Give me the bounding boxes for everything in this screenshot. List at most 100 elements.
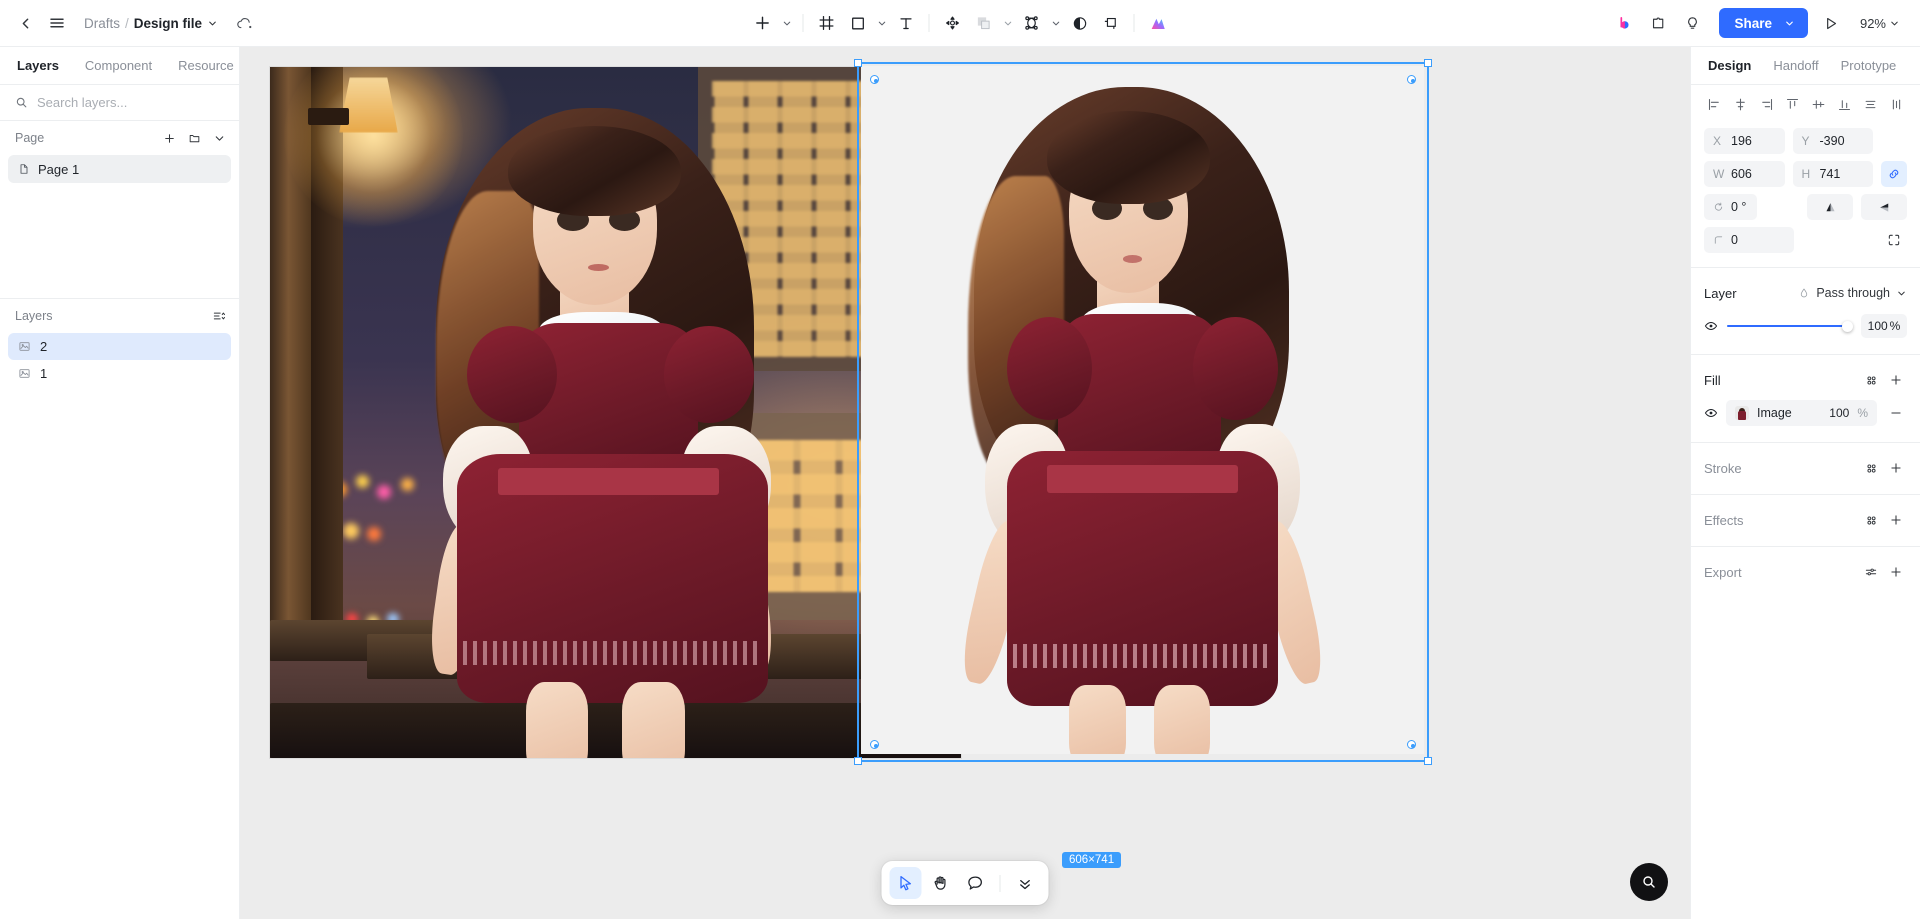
blend-mode-selector[interactable]: Pass through <box>1798 286 1907 300</box>
height-field[interactable]: H 741 <box>1792 161 1873 187</box>
breadcrumb-file-name[interactable]: Design file <box>134 16 202 31</box>
character-waistband <box>1046 465 1239 493</box>
chevron-down-icon[interactable] <box>207 18 218 29</box>
opacity-value-field[interactable]: 100 % <box>1861 314 1907 338</box>
add-icon[interactable] <box>748 8 778 38</box>
distribute-vertical-icon[interactable] <box>1861 94 1881 114</box>
style-library-icon[interactable] <box>1860 369 1882 391</box>
distribute-horizontal-icon[interactable] <box>1887 94 1907 114</box>
design-canvas[interactable]: 606×741 <box>240 47 1690 919</box>
page-section-title: Page <box>15 131 45 145</box>
plus-icon[interactable] <box>1885 369 1907 391</box>
style-library-icon[interactable] <box>1860 457 1882 479</box>
cloud-saved-icon[interactable] <box>236 16 254 31</box>
layer-item-1[interactable]: 1 <box>8 360 231 387</box>
cursor-select-icon[interactable] <box>889 867 922 899</box>
flip-horizontal-icon[interactable] <box>1861 194 1907 220</box>
plugin-puzzle-icon[interactable] <box>1643 8 1673 38</box>
character-skirt-trim <box>1013 643 1272 668</box>
opacity-slider-knob[interactable] <box>1842 320 1853 332</box>
character-mouth <box>1122 255 1142 263</box>
eye-icon[interactable] <box>1704 406 1718 420</box>
chevron-down-icon[interactable] <box>208 127 230 149</box>
align-top-icon[interactable] <box>1782 94 1802 114</box>
bokeh-light <box>356 474 370 488</box>
y-field[interactable]: Y -390 <box>1792 128 1873 154</box>
tab-prototype[interactable]: Prototype <box>1841 58 1897 73</box>
corner-radius-field[interactable]: 0 <box>1704 227 1794 253</box>
opacity-slider[interactable] <box>1727 319 1853 333</box>
search-input[interactable] <box>37 95 224 110</box>
crop-icon[interactable] <box>1096 8 1126 38</box>
vector-caret-icon[interactable] <box>1048 8 1064 38</box>
minus-icon[interactable] <box>1885 402 1907 424</box>
style-library-icon[interactable] <box>1860 509 1882 531</box>
breadcrumb: Drafts / Design file <box>84 16 218 31</box>
tab-component[interactable]: Component <box>85 58 152 73</box>
character-shoulder-right <box>663 326 754 423</box>
x-field[interactable]: X 196 <box>1704 128 1785 154</box>
ai-magic-icon[interactable] <box>1143 8 1173 38</box>
stroke-section-header: Stroke <box>1704 458 1907 478</box>
eye-icon[interactable] <box>1704 319 1718 333</box>
plus-icon[interactable] <box>1885 561 1907 583</box>
play-present-icon[interactable] <box>1816 8 1846 38</box>
boolean-caret-icon[interactable] <box>1000 8 1016 38</box>
move-transform-icon[interactable] <box>938 8 968 38</box>
layer-item-2[interactable]: 2 <box>8 333 231 360</box>
brand-b-icon[interactable] <box>1609 8 1639 38</box>
vector-node-icon[interactable] <box>1017 8 1047 38</box>
export-section-title: Export <box>1704 564 1742 580</box>
link-constrain-icon[interactable] <box>1881 161 1907 187</box>
canvas-image-layer-1[interactable] <box>269 66 962 759</box>
comment-bubble-icon[interactable] <box>960 867 992 899</box>
align-vertical-center-icon[interactable] <box>1809 94 1829 114</box>
text-icon[interactable] <box>891 8 921 38</box>
align-right-icon[interactable] <box>1756 94 1776 114</box>
sort-list-icon[interactable] <box>208 305 230 327</box>
page-file-icon <box>18 163 30 175</box>
tab-layers[interactable]: Layers <box>17 58 59 73</box>
fill-opacity-value[interactable]: 100 <box>1829 406 1849 420</box>
share-button[interactable]: Share <box>1719 8 1808 38</box>
image-thumbnail[interactable] <box>1735 406 1749 420</box>
selection-handle-top-right[interactable] <box>1424 59 1432 67</box>
width-field[interactable]: W 606 <box>1704 161 1785 187</box>
add-caret-icon[interactable] <box>779 8 795 38</box>
zoom-level-selector[interactable]: 92% <box>1850 8 1906 38</box>
independent-corners-icon[interactable] <box>1881 227 1907 253</box>
flip-vertical-icon[interactable] <box>1807 194 1853 220</box>
lightbulb-icon[interactable] <box>1677 8 1707 38</box>
rectangle-icon[interactable] <box>843 8 873 38</box>
toolbar-divider-2 <box>928 14 930 32</box>
hand-pan-icon[interactable] <box>925 867 957 899</box>
contrast-icon[interactable] <box>1065 8 1095 38</box>
main-menu-button[interactable] <box>42 8 72 38</box>
plus-icon[interactable] <box>158 127 180 149</box>
help-search-fab[interactable] <box>1630 863 1668 901</box>
frame-icon[interactable] <box>812 8 842 38</box>
export-settings-icon[interactable] <box>1860 561 1882 583</box>
breadcrumb-root[interactable]: Drafts <box>84 16 120 31</box>
page-item-page-1[interactable]: Page 1 <box>8 155 231 183</box>
selection-handle-bottom-right[interactable] <box>1424 757 1432 765</box>
tab-design[interactable]: Design <box>1708 58 1751 73</box>
boolean-union-icon[interactable] <box>969 8 999 38</box>
folder-icon[interactable] <box>183 127 205 149</box>
rectangle-caret-icon[interactable] <box>874 8 890 38</box>
tab-resource[interactable]: Resource <box>178 58 234 73</box>
y-label: Y <box>1801 134 1810 148</box>
plus-icon[interactable] <box>1885 457 1907 479</box>
fill-image-chip[interactable]: Image 100 % <box>1726 400 1877 426</box>
align-horizontal-center-icon[interactable] <box>1730 94 1750 114</box>
align-left-icon[interactable] <box>1704 94 1724 114</box>
chevron-down-icon[interactable] <box>1784 18 1795 29</box>
tab-handoff[interactable]: Handoff <box>1773 58 1818 73</box>
canvas-image-layer-2[interactable] <box>861 66 1424 754</box>
chevron-double-down-icon[interactable] <box>1009 867 1041 899</box>
align-bottom-icon[interactable] <box>1835 94 1855 114</box>
back-button[interactable] <box>10 8 40 38</box>
share-button-label: Share <box>1734 15 1772 31</box>
plus-icon[interactable] <box>1885 509 1907 531</box>
rotation-field[interactable]: 0 ° <box>1704 194 1757 220</box>
